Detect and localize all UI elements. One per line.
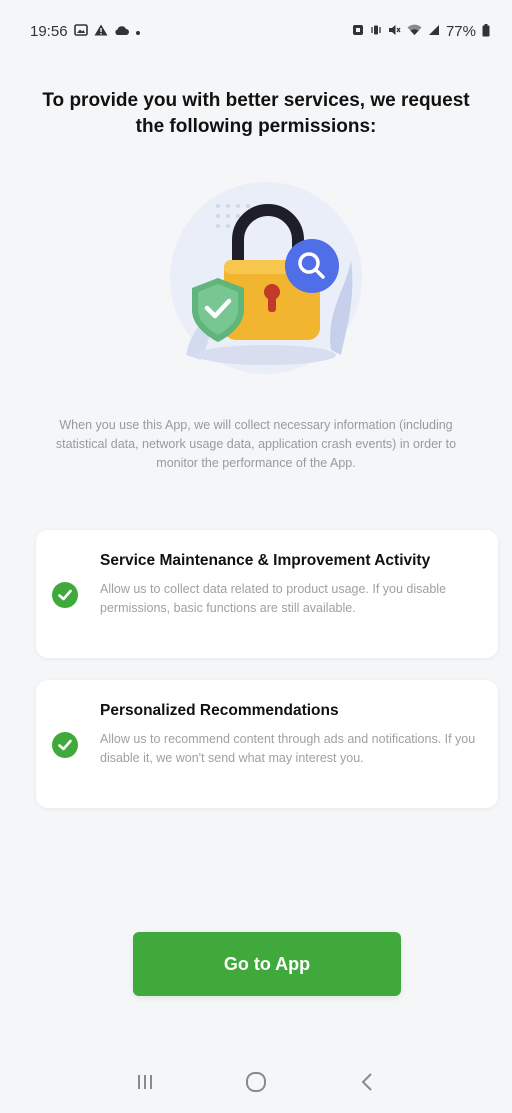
mute-icon <box>388 24 401 38</box>
cloud-icon <box>114 25 129 38</box>
permission-card-service-maintenance: Service Maintenance & Improvement Activi… <box>36 530 498 658</box>
check-icon[interactable] <box>52 582 78 608</box>
check-icon[interactable] <box>52 732 78 758</box>
nfc-icon <box>352 24 364 38</box>
back-button[interactable] <box>347 1062 387 1102</box>
status-time: 19:56 <box>30 22 68 40</box>
permission-card-personalized-recommendations: Personalized Recommendations Allow us to… <box>36 680 498 808</box>
status-bar-right: 77% <box>352 23 490 40</box>
signal-icon <box>428 24 440 38</box>
lock-illustration <box>156 170 376 380</box>
recents-button[interactable] <box>125 1062 165 1102</box>
back-icon <box>361 1072 372 1091</box>
wifi-icon <box>407 24 422 38</box>
permission-title: Personalized Recommendations <box>100 702 339 719</box>
navigation-bar <box>0 1050 512 1113</box>
battery-icon <box>482 23 490 39</box>
go-to-app-button[interactable]: Go to App <box>133 932 401 996</box>
warning-icon <box>94 24 108 38</box>
dot-icon <box>135 25 141 38</box>
intro-text: When you use this App, we will collect n… <box>55 418 457 470</box>
battery-percent: 77% <box>445 22 476 40</box>
page-title: To provide you with better services, we … <box>42 90 470 137</box>
status-bar-left: 19:56 <box>30 23 141 40</box>
permission-description: Allow us to collect data related to prod… <box>100 582 447 615</box>
permission-title: Service Maintenance & Improvement Activi… <box>100 552 431 569</box>
recents-icon <box>138 1074 153 1089</box>
home-button[interactable] <box>236 1062 276 1102</box>
status-bar: 19:56 77% <box>0 0 512 62</box>
permission-description: Allow us to recommend content through ad… <box>100 732 476 765</box>
vibrate-icon <box>370 24 382 38</box>
home-icon <box>245 1071 266 1092</box>
image-icon <box>73 24 88 38</box>
